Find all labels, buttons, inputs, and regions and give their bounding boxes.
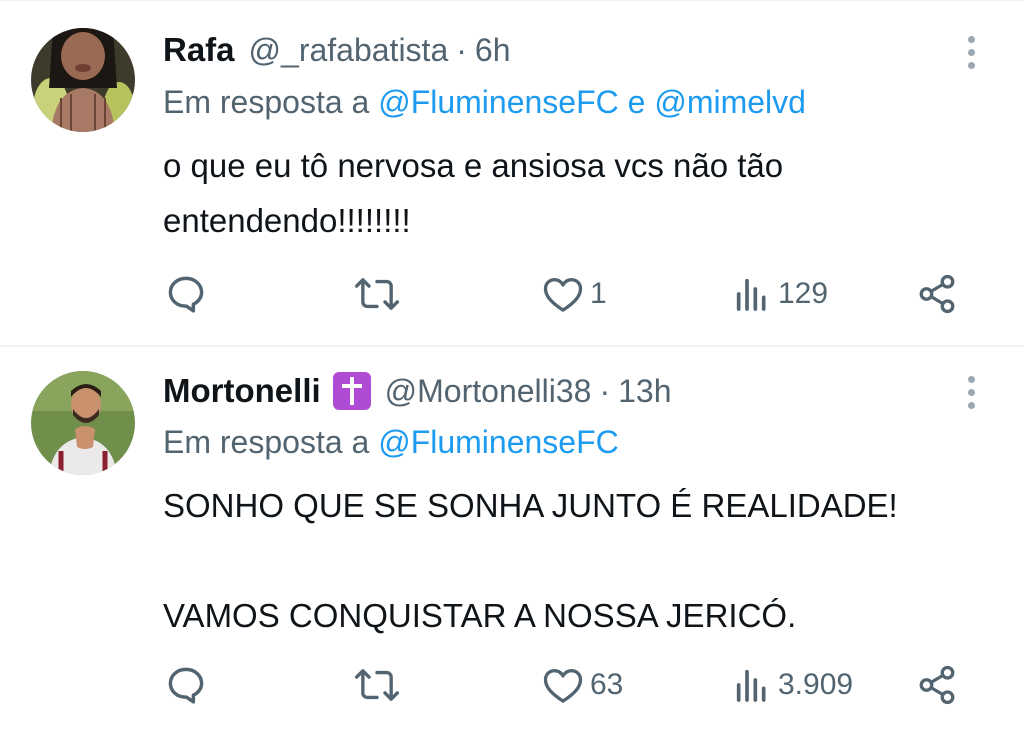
timestamp[interactable]: 13h bbox=[618, 373, 671, 410]
timestamp[interactable]: 6h bbox=[475, 32, 511, 69]
reply-button[interactable] bbox=[164, 264, 208, 324]
like-button[interactable]: 1 bbox=[542, 264, 607, 324]
views-icon bbox=[732, 274, 772, 314]
latin-cross-icon bbox=[332, 372, 371, 410]
more-options-icon[interactable] bbox=[960, 372, 984, 412]
reply-context: Em resposta a @FluminenseFC e @mimelvd bbox=[163, 84, 806, 121]
reply-prefix: Em resposta a bbox=[163, 84, 370, 120]
separator: · bbox=[599, 372, 611, 409]
like-count: 63 bbox=[590, 668, 624, 701]
display-name[interactable]: Rafa bbox=[163, 31, 235, 69]
tweet[interactable]: Mortonelli @Mortonelli38 · 13h Em respos… bbox=[0, 346, 1024, 731]
share-icon bbox=[916, 664, 958, 706]
like-button[interactable]: 63 bbox=[542, 655, 623, 715]
views-button[interactable]: 3.909 bbox=[732, 655, 853, 715]
reply-icon bbox=[164, 663, 208, 707]
views-icon bbox=[732, 665, 772, 705]
tweet-text: o que eu tô nervosa e ansiosa vcs não tã… bbox=[163, 147, 784, 239]
mention-link[interactable]: @FluminenseFC bbox=[378, 424, 619, 460]
retweet-button[interactable] bbox=[354, 264, 400, 324]
action-bar: 1 129 bbox=[0, 264, 1024, 324]
display-name[interactable]: Mortonelli bbox=[163, 372, 321, 410]
tweet-header: Rafa @_rafabatista · 6h bbox=[163, 26, 510, 74]
share-button[interactable] bbox=[916, 655, 958, 715]
like-icon bbox=[542, 665, 584, 705]
reply-button[interactable] bbox=[164, 655, 208, 715]
action-bar: 63 3.909 bbox=[0, 655, 1024, 715]
avatar[interactable] bbox=[31, 371, 135, 475]
mention-link[interactable]: @mimelvd bbox=[654, 84, 806, 120]
avatar[interactable] bbox=[31, 28, 135, 132]
tweet-text: SONHO QUE SE SONHA JUNTO É REALIDADE! VA… bbox=[163, 487, 898, 634]
reply-icon bbox=[164, 272, 208, 316]
views-button[interactable]: 129 bbox=[732, 264, 828, 324]
mention-link[interactable]: @FluminenseFC bbox=[378, 84, 619, 120]
user-handle[interactable]: @Mortonelli38 bbox=[385, 373, 592, 410]
tweet-header: Mortonelli @Mortonelli38 · 13h bbox=[163, 367, 672, 415]
separator: · bbox=[456, 31, 467, 68]
views-count: 129 bbox=[778, 277, 829, 310]
share-icon bbox=[916, 273, 958, 315]
like-count: 1 bbox=[590, 277, 607, 310]
views-count: 3.909 bbox=[778, 668, 854, 701]
tweet[interactable]: Rafa @_rafabatista · 6h Em resposta a @F… bbox=[0, 0, 1024, 347]
share-button[interactable] bbox=[916, 264, 958, 324]
reply-context: Em resposta a @FluminenseFC bbox=[163, 424, 619, 461]
more-options-icon[interactable] bbox=[960, 32, 984, 72]
retweet-icon bbox=[354, 663, 400, 707]
retweet-icon bbox=[354, 272, 400, 316]
like-icon bbox=[542, 274, 584, 314]
user-handle[interactable]: @_rafabatista bbox=[249, 32, 449, 69]
retweet-button[interactable] bbox=[354, 655, 400, 715]
reply-conjunction: e bbox=[627, 84, 646, 120]
reply-prefix: Em resposta a bbox=[163, 424, 370, 460]
